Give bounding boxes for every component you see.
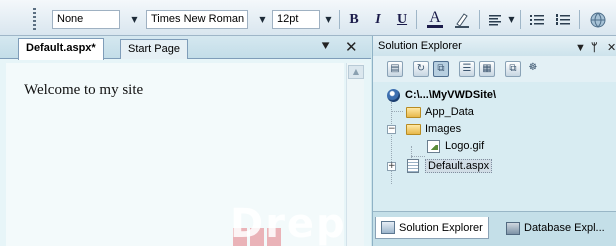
solution-explorer-panel: Solution Explorer ▼ ᛘ ✕ ▤ ↻ ⧉ ☰ ▦ ⧉ ☸ C:… <box>372 36 616 246</box>
fore-color-bar <box>427 25 443 28</box>
numbered-list-button[interactable] <box>553 9 573 30</box>
collapse-icon[interactable]: − <box>387 125 396 134</box>
tab-list-dropdown-icon[interactable]: ⯆ <box>320 39 331 55</box>
bullet-list-icon <box>530 14 544 25</box>
bold-button[interactable]: B <box>345 9 363 30</box>
aspx-page-icon <box>405 159 421 173</box>
bold-label: B <box>349 11 359 27</box>
page-content-text[interactable]: Welcome to my site <box>24 82 143 99</box>
numbered-list-icon <box>556 13 570 25</box>
close-document-icon[interactable]: ✕ <box>345 38 358 56</box>
hyperlink-button[interactable] <box>587 9 609 30</box>
window-position-dropdown-icon[interactable]: ▼ <box>575 38 586 58</box>
solution-explorer-title: Solution Explorer <box>378 40 462 52</box>
toolbar-separator <box>339 10 340 29</box>
tree-node-root[interactable]: C:\...\MyVWDSite\ <box>385 87 496 103</box>
italic-label: I <box>375 11 381 27</box>
folder-icon <box>405 105 421 119</box>
font-family-dropdown-icon[interactable]: ▼ <box>256 10 269 29</box>
image-file-icon <box>425 139 441 153</box>
toolbar-separator <box>579 10 580 29</box>
tree-node-default-aspx[interactable]: Default.aspx <box>405 158 493 174</box>
underline-label: U <box>396 11 408 27</box>
tree-node-images-label: Images <box>425 123 462 135</box>
tab-solution-explorer[interactable]: Solution Explorer <box>375 217 489 239</box>
tab-start-page[interactable]: Start Page <box>120 39 188 59</box>
italic-button[interactable]: I <box>369 9 387 30</box>
solution-tree: C:\...\MyVWDSite\ App_Data − Images Logo… <box>373 84 616 208</box>
fore-color-button[interactable]: A <box>424 9 446 30</box>
tab-database-explorer-label: Database Expl... <box>524 222 605 234</box>
tab-start-page-label: Start Page <box>128 43 180 55</box>
expand-icon[interactable]: + <box>387 162 396 171</box>
asp-net-configuration-icon[interactable]: ☸ <box>525 61 541 77</box>
tab-database-explorer[interactable]: Database Expl... <box>501 217 610 239</box>
formatting-toolbar: None ▼ Times New Roman ▼ 12pt ▼ B I U A <box>0 0 616 36</box>
solution-explorer-titlebar: Solution Explorer ▼ ᛘ ✕ <box>373 36 616 56</box>
tree-node-app-data[interactable]: App_Data <box>405 104 474 120</box>
solution-explorer-icon <box>381 221 395 234</box>
font-family-select[interactable]: Times New Roman <box>146 10 248 29</box>
view-code-icon[interactable]: ☰ <box>459 61 475 77</box>
tree-node-root-label: C:\...\MyVWDSite\ <box>405 89 497 101</box>
tab-default-aspx[interactable]: Default.aspx* <box>18 38 104 60</box>
document-tab-strip: Default.aspx* Start Page ⯆ ✕ <box>0 36 371 60</box>
font-size-select[interactable]: 12pt <box>272 10 320 29</box>
nest-related-files-icon[interactable]: ⧉ <box>433 61 449 77</box>
bulleted-list-button[interactable] <box>527 9 547 30</box>
properties-icon[interactable]: ▤ <box>387 61 403 77</box>
align-left-icon <box>489 14 501 25</box>
font-size-value: 12pt <box>277 13 299 25</box>
toolbar-separator <box>479 10 480 29</box>
tree-connector <box>411 156 425 157</box>
view-designer-icon[interactable]: ▦ <box>479 61 495 77</box>
fore-color-label: A <box>429 9 441 26</box>
highlight-color-button[interactable] <box>452 9 472 30</box>
tree-node-app-data-label: App_Data <box>425 106 474 118</box>
underline-button[interactable]: U <box>393 9 411 30</box>
block-format-value: None <box>57 13 84 25</box>
database-explorer-icon <box>506 221 520 235</box>
project-icon <box>385 88 401 102</box>
tree-node-default-aspx-label: Default.aspx <box>425 159 493 173</box>
justify-dropdown-icon[interactable]: ▼ <box>505 10 518 29</box>
font-size-dropdown-icon[interactable]: ▼ <box>322 10 335 29</box>
copy-website-icon[interactable]: ⧉ <box>505 61 521 77</box>
tree-connector <box>391 111 403 112</box>
pin-icon[interactable]: ᛘ <box>591 38 598 58</box>
scroll-up-icon[interactable]: ▲ <box>348 65 364 79</box>
document-editor: Default.aspx* Start Page ⯆ ✕ Welcome to … <box>0 36 371 246</box>
tool-window-tab-strip: Solution Explorer Database Expl... <box>373 211 616 246</box>
solution-explorer-toolbar: ▤ ↻ ⧉ ☰ ▦ ⧉ ☸ <box>373 56 616 82</box>
toolbar-grip-icon[interactable] <box>33 8 36 30</box>
open-folder-icon <box>405 122 421 136</box>
font-family-value: Times New Roman <box>151 13 245 25</box>
globe-link-icon <box>590 12 606 27</box>
tree-node-logo-gif-label: Logo.gif <box>445 140 485 152</box>
tree-node-logo-gif[interactable]: Logo.gif <box>425 138 484 154</box>
toolbar-separator <box>416 10 417 29</box>
vertical-scrollbar[interactable]: ▲ <box>346 63 364 246</box>
block-format-dropdown-icon[interactable]: ▼ <box>128 10 141 29</box>
close-panel-icon[interactable]: ✕ <box>607 38 616 58</box>
tree-connector <box>391 102 392 184</box>
tab-solution-explorer-label: Solution Explorer <box>399 221 483 234</box>
refresh-icon[interactable]: ↻ <box>413 61 429 77</box>
highlighter-icon <box>455 12 469 28</box>
toolbar-separator <box>520 10 521 29</box>
block-format-select[interactable]: None <box>52 10 120 29</box>
justify-button[interactable] <box>486 9 504 30</box>
tab-default-aspx-label: Default.aspx* <box>26 42 96 54</box>
tree-node-images[interactable]: Images <box>405 121 461 137</box>
watermark-text: Drep <box>230 201 347 246</box>
